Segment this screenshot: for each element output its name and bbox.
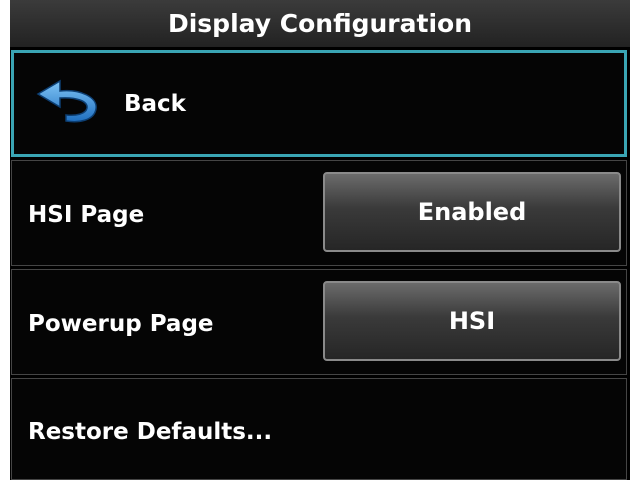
- hsi-page-value-button[interactable]: Enabled: [323, 172, 621, 252]
- back-label: Back: [124, 91, 186, 117]
- back-arrow-icon: [36, 79, 97, 123]
- powerup-page-value-button[interactable]: HSI: [323, 281, 621, 361]
- display-screen: Display Configuration Back HSI Page Enab…: [10, 0, 630, 480]
- page-title: Display Configuration: [10, 0, 630, 47]
- hsi-page-label: HSI Page: [28, 202, 145, 228]
- back-button[interactable]: Back: [11, 50, 627, 157]
- restore-defaults-label: Restore Defaults...: [28, 419, 273, 445]
- hsi-page-row: HSI Page Enabled: [11, 160, 627, 266]
- restore-defaults-button[interactable]: Restore Defaults...: [11, 378, 627, 480]
- powerup-page-label: Powerup Page: [28, 311, 214, 337]
- powerup-page-row: Powerup Page HSI: [11, 269, 627, 375]
